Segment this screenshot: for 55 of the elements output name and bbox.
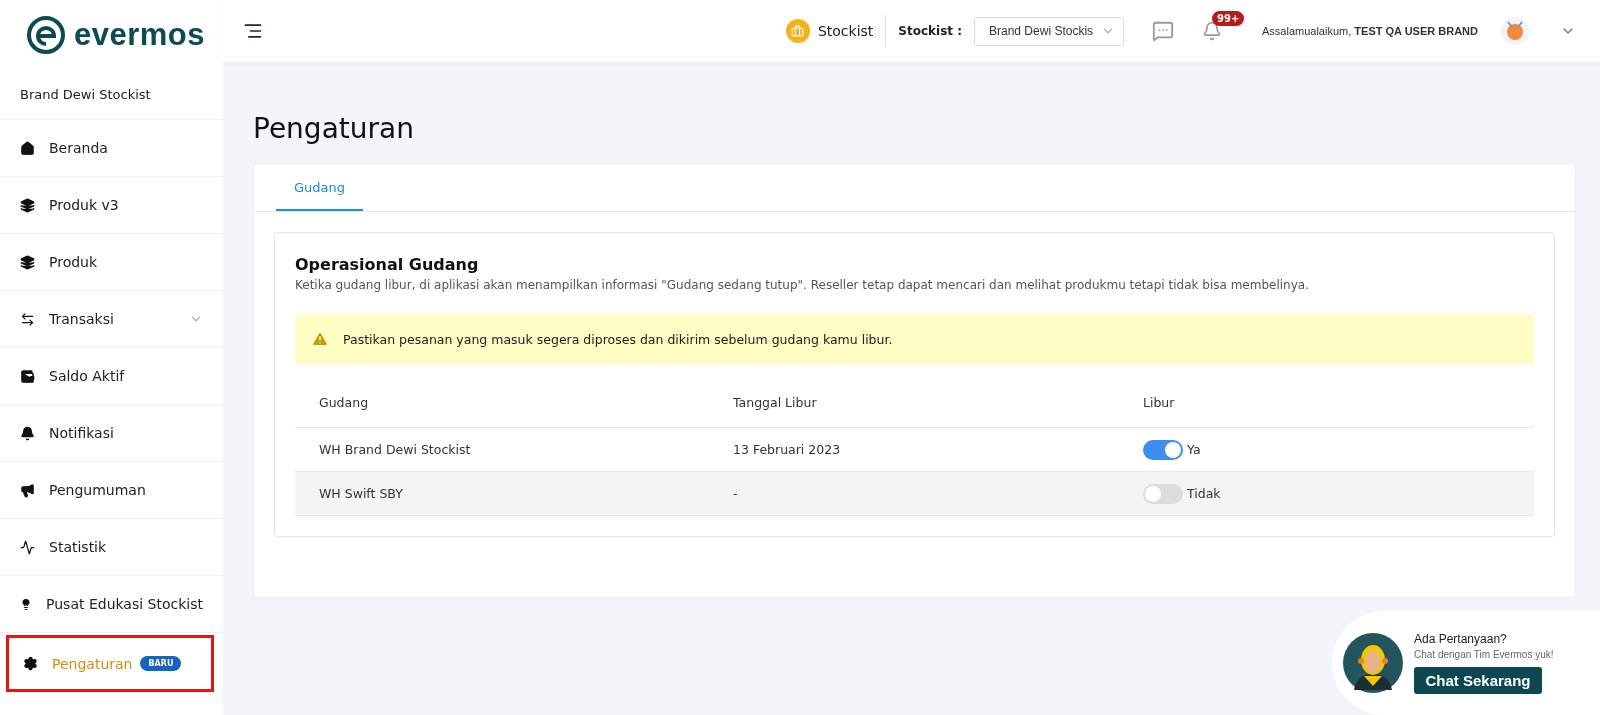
avatar-icon[interactable] <box>1500 16 1530 46</box>
warning-icon <box>311 330 329 348</box>
stockist-label: Stockist : <box>898 24 962 38</box>
table-cell-text: WH Brand Dewi Stockist <box>319 442 472 457</box>
menu-icon[interactable] <box>243 21 263 41</box>
sidebar-item[interactable]: Pengaturan BARU <box>6 635 214 692</box>
layers-icon <box>20 254 35 270</box>
bell-icon <box>20 425 35 441</box>
column-header: Gudang <box>319 395 370 410</box>
greeting: Assalamualaikum, TEST QA USER BRAND <box>1262 25 1478 37</box>
sidebar-item[interactable]: Beranda <box>0 120 223 177</box>
sidebar-item[interactable]: Produk <box>0 234 223 291</box>
briefcase-icon <box>785 19 810 43</box>
store-name: Brand Dewi Stockist <box>20 87 151 102</box>
table-cell-text: 13 Februari 2023 <box>733 442 842 457</box>
toggle-label: Tidak <box>1187 486 1221 501</box>
layers-icon <box>20 197 35 213</box>
megaphone-icon <box>20 482 35 498</box>
section-title: Operasional Gudang <box>295 255 480 274</box>
section-description: Ketika gudang libur, di aplikasi akan menampilkan informasi "Gudang sedang tutup". Reseller tetap dapat mencari dan melihat produkmu tetapi tidak bisa membelinya. <box>295 278 1310 292</box>
role-label: Stockist <box>785 15 887 47</box>
support-agent-icon <box>1342 632 1404 694</box>
pulse-icon <box>20 539 35 555</box>
logo-text: evermos <box>74 17 206 53</box>
home-icon <box>20 140 35 156</box>
tab[interactable]: Gudang <box>276 164 364 211</box>
column-header: Libur <box>1143 395 1176 410</box>
sidebar-item[interactable]: Statistik <box>0 519 223 576</box>
chat-button[interactable]: Chat Sekarang <box>1414 667 1542 694</box>
table-cell-text: WH Swift SBY <box>319 486 404 501</box>
toggle-switch[interactable] <box>1143 483 1183 504</box>
toggle-label: Ya <box>1187 442 1201 457</box>
new-badge: BARU <box>140 656 182 671</box>
sidebar-item[interactable]: Pengumuman <box>0 462 223 519</box>
wallet-icon <box>20 368 35 384</box>
chat-title: Ada Pertanyaan? <box>1414 632 1508 646</box>
chat-subtitle: Chat dengan Tim Evermos yuk! <box>1414 649 1554 660</box>
lightbulb-icon <box>20 596 32 612</box>
stockist-select[interactable]: Brand Dewi Stockis <box>974 16 1124 46</box>
sidebar-item[interactable]: Notifikasi <box>0 405 223 462</box>
sidebar-item[interactable]: Saldo Aktif <box>0 348 223 405</box>
column-header: Tanggal Libur <box>733 395 818 410</box>
page-title: Pengaturan <box>253 112 415 145</box>
table-cell-text: - <box>733 486 739 501</box>
sidebar-item[interactable]: Produk v3 <box>0 177 223 234</box>
sidebar-item[interactable]: Pusat Edukasi Stockist <box>0 576 223 633</box>
notification-badge: 99+ <box>1212 11 1245 26</box>
sidebar-item[interactable]: Transaksi <box>0 291 223 348</box>
settings-icon <box>23 656 38 671</box>
bell-icon[interactable] <box>1202 21 1222 41</box>
toggle-switch[interactable] <box>1143 439 1183 460</box>
arrows-icon <box>20 311 35 327</box>
chat-icon[interactable] <box>1152 20 1174 42</box>
warning-text: Pastikan pesanan yang masuk segera diproses dan dikirim sebelum gudang kamu libur. <box>343 331 893 347</box>
logo-icon <box>26 15 66 55</box>
